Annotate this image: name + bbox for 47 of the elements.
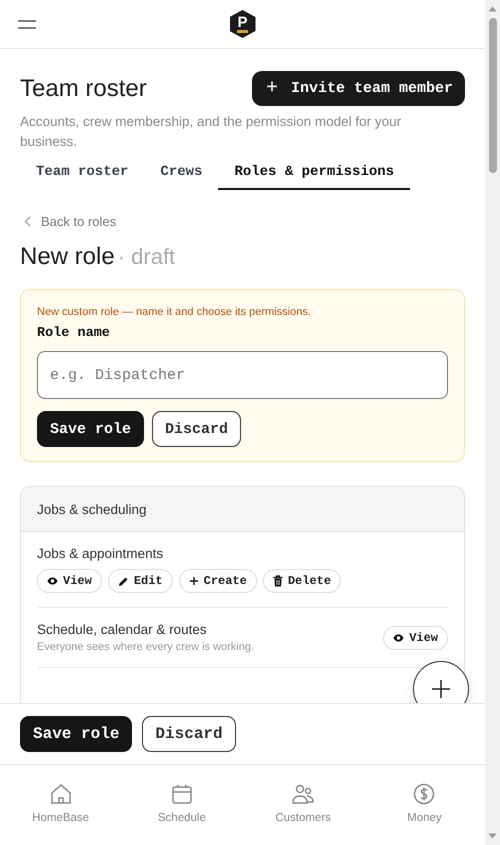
trash-icon: [272, 575, 283, 587]
calendar-icon: [170, 782, 194, 806]
permission-name: Schedule, calendar & routes: [37, 622, 208, 637]
field-label: Role name: [37, 326, 111, 341]
role-name-field[interactable]: e.g. Dispatcher: [37, 351, 448, 399]
tab[interactable]: Roles & permissions: [218, 164, 410, 190]
notice-message: New custom role — name it and choose its permissions.: [37, 306, 312, 318]
dollar-icon: [412, 782, 436, 806]
role-title: New role: [20, 243, 115, 270]
home-icon: [48, 782, 73, 806]
add-button[interactable]: [413, 661, 469, 703]
nav-item[interactable]: Customers: [253, 781, 354, 825]
tab[interactable]: Team roster: [20, 164, 144, 190]
plus-icon: [431, 679, 451, 699]
role-status: · draft: [118, 244, 176, 269]
scroll-down-icon[interactable]: [488, 833, 497, 839]
permission-name: Jobs & appointments: [37, 546, 164, 561]
permission-chip[interactable]: View: [37, 569, 102, 593]
people-icon: [291, 782, 316, 806]
page-subtitle: Accounts, crew membership, and the permission model for your business.: [20, 113, 402, 151]
nav-item[interactable]: Money: [374, 781, 474, 825]
permission-chip[interactable]: Edit: [108, 569, 173, 593]
eye-icon: [47, 577, 58, 585]
permission-chip[interactable]: Delete: [262, 569, 342, 593]
save-button[interactable]: Save role: [37, 411, 144, 447]
discard-button[interactable]: Discard: [152, 411, 242, 447]
scroll-up-icon[interactable]: [488, 6, 497, 12]
pencil-icon: [118, 576, 129, 586]
scrollbar-thumb[interactable]: [488, 18, 496, 173]
invite-button[interactable]: + Invite team member: [252, 71, 465, 106]
logo[interactable]: P: [230, 10, 256, 38]
save-button[interactable]: Save role: [20, 716, 132, 752]
nav-item[interactable]: Schedule: [132, 781, 232, 825]
menu-icon[interactable]: [18, 20, 36, 29]
tab[interactable]: Crews: [144, 164, 218, 190]
chevron-left-icon[interactable]: [24, 216, 31, 227]
group-title: Jobs & scheduling: [37, 502, 147, 516]
permission-chip[interactable]: View: [383, 626, 448, 650]
page-title: Team roster: [20, 74, 147, 102]
permission-chip[interactable]: Create: [178, 569, 257, 593]
scrollbar[interactable]: [485, 0, 500, 845]
plus-icon: [188, 576, 199, 586]
permission-description: Everyone sees where every crew is working.: [37, 641, 254, 653]
back-link[interactable]: Back to roles: [41, 214, 116, 229]
discard-button[interactable]: Discard: [142, 716, 236, 752]
nav-item[interactable]: HomeBase: [10, 781, 111, 825]
eye-icon: [393, 634, 404, 642]
